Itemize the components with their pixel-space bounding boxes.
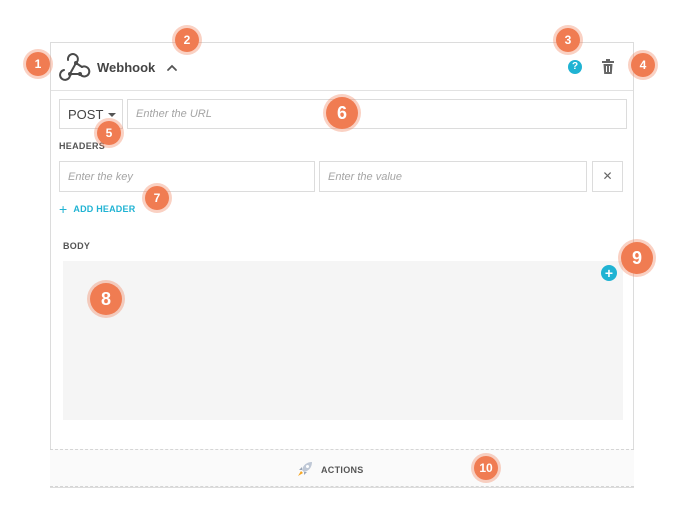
add-header-button[interactable]: + ADD HEADER — [59, 201, 136, 217]
card-title: Webhook — [97, 60, 156, 75]
plus-icon: + — [59, 201, 68, 217]
callout-8: 8 — [90, 283, 122, 315]
remove-header-button[interactable]: ✕ — [592, 161, 623, 192]
actions-bar[interactable]: ACTIONS — [50, 449, 634, 487]
add-body-button[interactable]: + — [601, 265, 617, 281]
callout-2: 2 — [175, 28, 199, 52]
callout-1: 1 — [26, 52, 50, 76]
callout-5: 5 — [97, 121, 121, 145]
actions-label: ACTIONS — [321, 465, 364, 475]
trash-icon[interactable] — [601, 59, 615, 75]
chevron-up-icon[interactable] — [165, 61, 179, 75]
callout-4: 4 — [631, 53, 655, 77]
callout-6: 6 — [326, 97, 358, 129]
callout-7: 7 — [145, 186, 169, 210]
callout-9: 9 — [621, 242, 653, 274]
help-icon[interactable]: ? — [568, 60, 582, 74]
close-icon: ✕ — [602, 169, 613, 183]
card-header: Webhook ? — [51, 43, 633, 91]
url-input[interactable] — [127, 99, 627, 129]
body-editor[interactable] — [63, 261, 623, 420]
rocket-icon — [298, 462, 312, 476]
caret-down-icon — [108, 113, 116, 117]
headers-label: HEADERS — [59, 141, 106, 151]
callout-3: 3 — [556, 28, 580, 52]
callout-10: 10 — [474, 456, 498, 480]
header-key-input[interactable] — [59, 161, 315, 192]
method-value: POST — [68, 107, 104, 122]
webhook-icon — [59, 53, 91, 81]
add-header-label: ADD HEADER — [73, 204, 136, 214]
body-label: BODY — [63, 241, 91, 251]
header-value-input[interactable] — [319, 161, 587, 192]
